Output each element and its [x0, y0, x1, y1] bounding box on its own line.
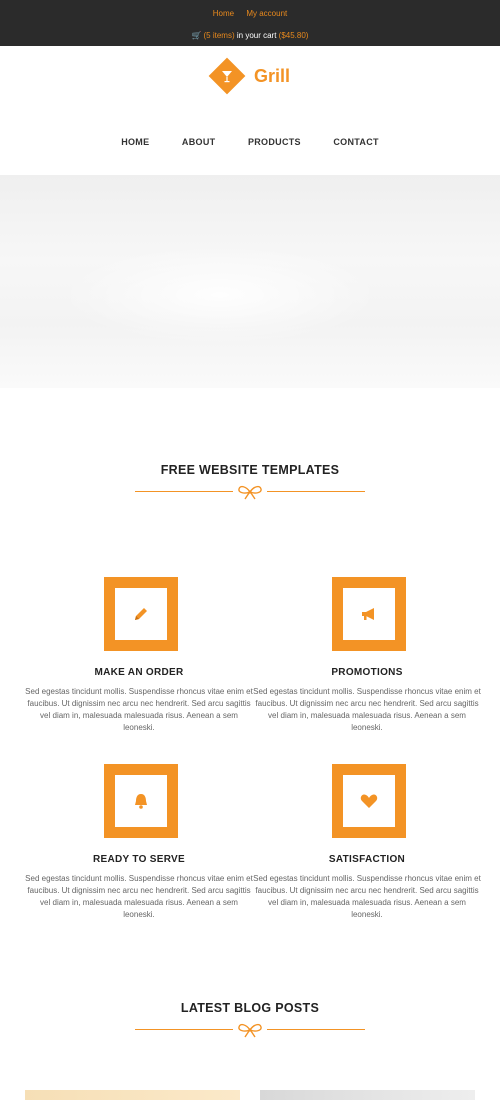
feature-title: MAKE AN ORDER: [94, 667, 184, 678]
cart-total: ($45.80): [278, 31, 309, 40]
nav-item-products[interactable]: PRODUCTS: [248, 137, 301, 147]
feature-icon-box[interactable]: [104, 577, 178, 651]
cocktail-glass-icon: [222, 71, 232, 83]
bow-icon: [238, 1023, 262, 1038]
feature-title: PROMOTIONS: [331, 667, 403, 678]
top-bar: Home My account 🛒 (5 items) in your cart …: [0, 0, 500, 46]
main-nav: HOME ABOUT PRODUCTS CONTACT: [0, 137, 500, 147]
feature-icon-box[interactable]: [332, 764, 406, 838]
feature-icon-box[interactable]: [104, 764, 178, 838]
logo-text: Grill: [254, 66, 291, 86]
site-logo[interactable]: Grill: [208, 57, 293, 96]
section-divider: [135, 484, 365, 500]
my-account-link[interactable]: My account: [246, 9, 287, 18]
cart-count: (5 items): [203, 31, 235, 40]
feature-description: Sed egestas tincidunt mollis. Suspendiss…: [25, 687, 253, 732]
nav-item-home[interactable]: HOME: [121, 137, 149, 147]
feature-icon-box[interactable]: [332, 577, 406, 651]
feature-title: READY TO SERVE: [92, 854, 185, 865]
bell-icon: [135, 794, 147, 809]
feature-description: Sed egestas tincidunt mollis. Suspendiss…: [253, 874, 481, 919]
feature-description: Sed egestas tincidunt mollis. Suspendiss…: [25, 874, 253, 919]
cart-summary[interactable]: 🛒 (5 items) in your cart ($45.80): [0, 31, 500, 40]
blog-thumbnail[interactable]: [25, 1090, 240, 1100]
section-divider: [135, 1022, 365, 1038]
feature-description: Sed egestas tincidunt mollis. Suspendiss…: [253, 687, 481, 732]
nav-item-contact[interactable]: CONTACT: [333, 137, 378, 147]
bow-icon: [238, 485, 262, 500]
heart-icon: [360, 794, 378, 808]
section-title-blog: LATEST BLOG POSTS: [180, 1001, 320, 1015]
megaphone-icon: [362, 608, 374, 620]
top-links: Home My account: [0, 9, 500, 18]
section-title-templates: FREE WEBSITE TEMPLATES: [160, 463, 340, 477]
pencil-icon: [135, 608, 147, 620]
nav-item-about[interactable]: ABOUT: [182, 137, 216, 147]
cart-label: in your cart: [234, 31, 279, 40]
hero-banner: [0, 175, 500, 388]
cart-icon: 🛒: [191, 31, 202, 40]
feature-title: SATISFACTION: [328, 854, 406, 865]
home-link[interactable]: Home: [213, 9, 234, 18]
blog-thumbnail[interactable]: [260, 1090, 475, 1100]
